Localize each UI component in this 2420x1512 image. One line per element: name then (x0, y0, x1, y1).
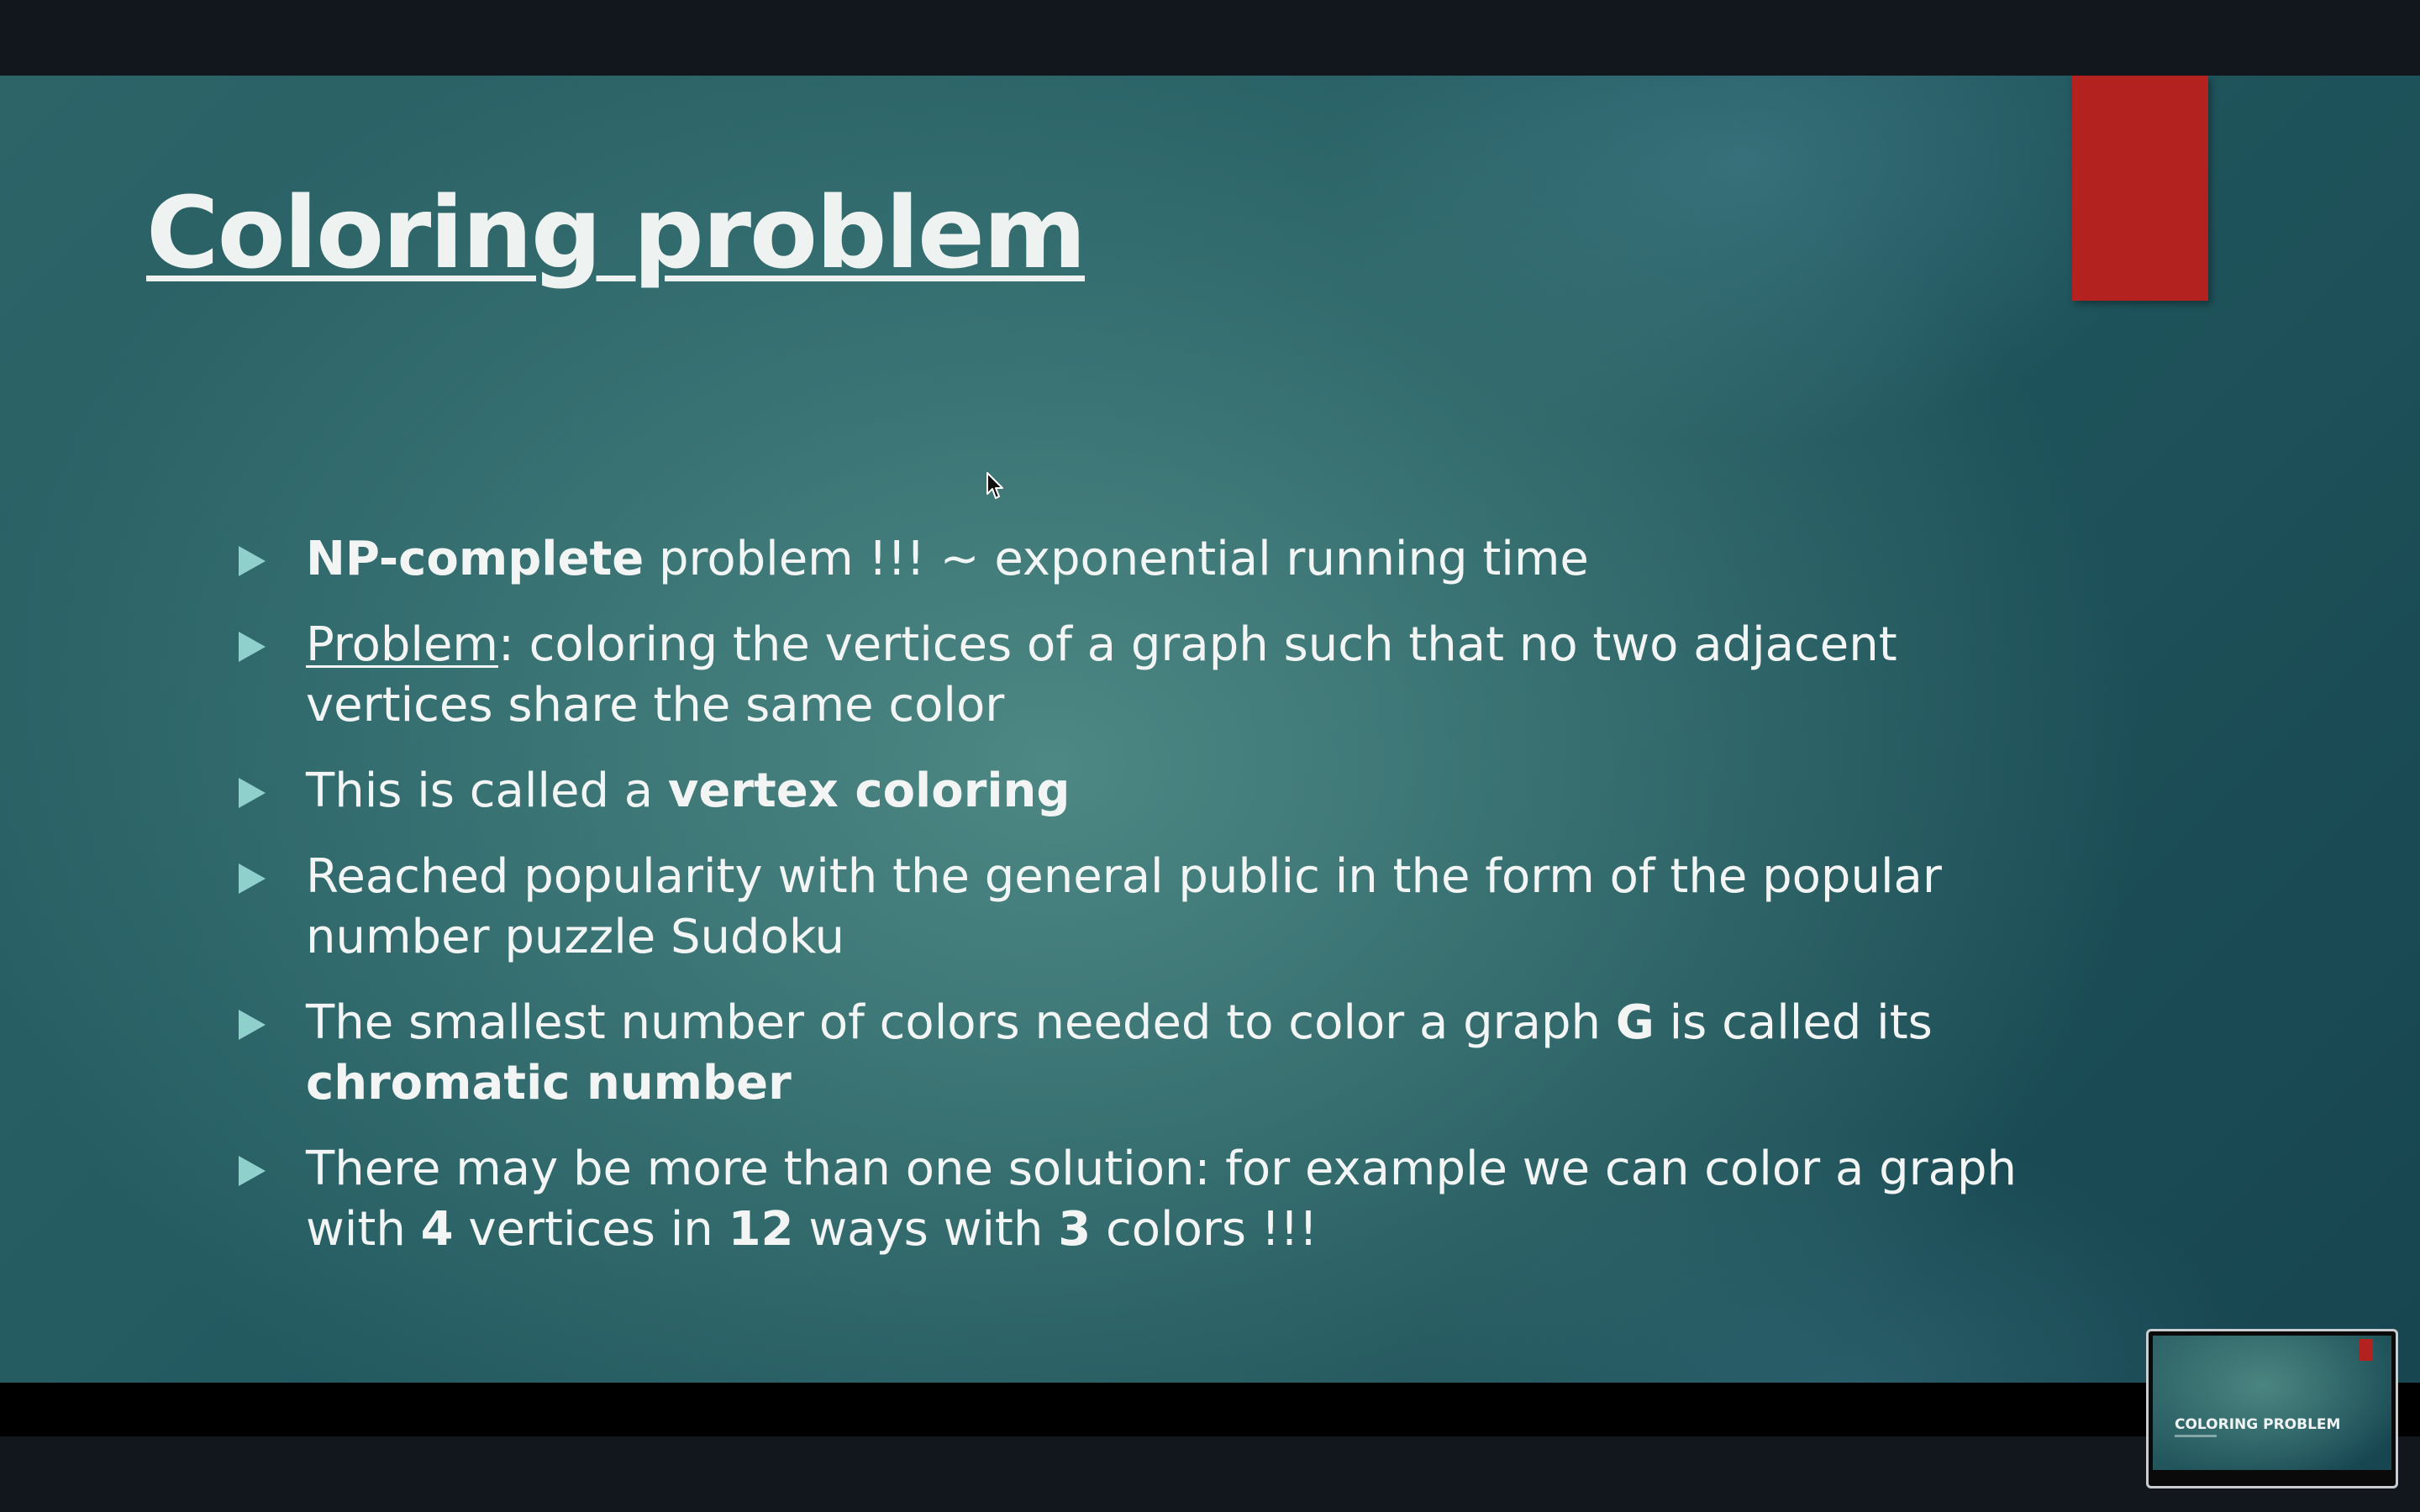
bottom-letterbox-bar (0, 1383, 2420, 1436)
slide-title: Coloring problem (146, 175, 1086, 291)
footer-strip (0, 1436, 2420, 1512)
slide-thumbnail-preview[interactable]: COLORING PROBLEM (2146, 1329, 2398, 1488)
bullet-text: Reached popularity with the general publ… (306, 849, 1942, 964)
bullet-text-run: The smallest number of colors needed to … (306, 995, 1616, 1050)
thumbnail-slide: COLORING PROBLEM (2153, 1336, 2391, 1470)
thumbnail-title: COLORING PROBLEM (2175, 1416, 2341, 1433)
red-accent-tab (2072, 76, 2208, 301)
bullet-text: NP-complete problem !!! ~ exponential ru… (306, 532, 1589, 586)
bullet-text-run: problem !!! ~ exponential running time (644, 532, 1589, 586)
bullet-text: The smallest number of colors needed to … (306, 995, 1933, 1110)
bullet-item: This is called a vertex coloring (239, 761, 2054, 822)
bullet-text-run: vertices in (453, 1202, 729, 1257)
top-letterbox-bar (0, 0, 2420, 76)
triangle-bullet-icon (239, 864, 266, 894)
bullet-text-run: G (1615, 995, 1655, 1050)
bullet-item: Problem: coloring the vertices of a grap… (239, 615, 2054, 736)
bullet-text-run: This is called a (306, 764, 668, 818)
bullet-item: NP-complete problem !!! ~ exponential ru… (239, 529, 2054, 590)
bullet-text-run: chromatic number (306, 1056, 792, 1110)
thumbnail-subtitle-line (2175, 1435, 2217, 1437)
bullet-text: There may be more than one solution: for… (306, 1142, 2017, 1257)
bullet-item: Reached popularity with the general publ… (239, 847, 2054, 968)
screen: Coloring problem NP-complete problem !!!… (0, 0, 2420, 1512)
triangle-bullet-icon (239, 632, 266, 662)
bullet-text-run: ways with (793, 1202, 1059, 1257)
bullet-item: There may be more than one solution: for… (239, 1139, 2054, 1260)
triangle-bullet-icon (239, 1010, 266, 1040)
bullet-text: This is called a vertex coloring (306, 764, 1071, 818)
thumbnail-red-tab (2359, 1339, 2373, 1361)
bullet-text-run: 3 (1058, 1202, 1092, 1257)
bullet-text-run: NP-complete (306, 532, 644, 586)
bullet-text-run: Reached popularity with the general publ… (306, 849, 1942, 964)
bullet-text-run: is called its (1654, 995, 1933, 1050)
bullet-text: Problem: coloring the vertices of a grap… (306, 617, 1897, 732)
bullet-text-run: vertex coloring (667, 764, 1071, 818)
presentation-slide[interactable]: Coloring problem NP-complete problem !!!… (0, 76, 2420, 1383)
bullet-text-run: 12 (728, 1202, 794, 1257)
bullet-text-run: Problem (306, 617, 498, 672)
bullet-item: The smallest number of colors needed to … (239, 993, 2054, 1114)
bullet-text-run: colors !!! (1091, 1202, 1318, 1257)
bullet-list: NP-complete problem !!! ~ exponential ru… (239, 529, 2054, 1285)
triangle-bullet-icon (239, 778, 266, 808)
bullet-text-run: 4 (420, 1202, 454, 1257)
mouse-pointer-icon (986, 472, 1003, 499)
triangle-bullet-icon (239, 546, 266, 576)
bullet-text-run: : coloring the vertices of a graph such … (306, 617, 1897, 732)
triangle-bullet-icon (239, 1156, 266, 1186)
